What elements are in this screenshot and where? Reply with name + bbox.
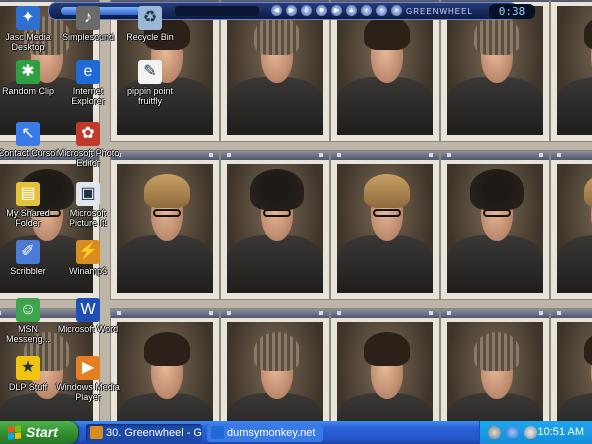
wallpaper-photo-tile — [550, 0, 592, 142]
desktop-icon-label: Recycle Bin — [126, 32, 174, 42]
wallpaper-photo-tile — [550, 308, 592, 421]
prev-button[interactable]: ◀ — [271, 5, 282, 16]
picture-it-icon: ▣ — [76, 182, 100, 206]
desktop-icon-label: Microsoft Photo Editor — [56, 148, 120, 168]
taskbar-item-label: dumsymonkey.net — [227, 427, 316, 439]
document-icon: ✎ — [138, 60, 162, 84]
desktop-icon[interactable]: ✦ Jasc Media Desktop — [0, 6, 60, 52]
media-desktop-icon: ✦ — [16, 6, 40, 30]
photo-editor-icon: ✿ — [76, 122, 100, 146]
taskbar-item-browser[interactable]: dumsymonkey.net — [207, 424, 323, 442]
wallpaper-photo-tile — [440, 0, 550, 142]
internet-explorer-icon — [211, 426, 224, 439]
eq-button[interactable]: • — [391, 5, 402, 16]
cursor-icon: ↖ — [16, 122, 40, 146]
taskbar-item-label: 30. Greenwheel - Gre... — [106, 427, 202, 439]
wallpaper-photo-tile — [440, 308, 550, 421]
desktop-icon-label: pippin point fruitfly — [126, 86, 174, 106]
winamp-icon: ⚡ — [76, 240, 100, 264]
desktop-icon[interactable]: ★ DLP Stuff — [0, 356, 60, 392]
desktop-icon[interactable]: ✱ Random Clip — [0, 60, 60, 96]
recycle-bin-icon: ♻ — [138, 6, 162, 30]
tray-app-icon[interactable] — [524, 426, 537, 439]
desktop-icon-label: Jasc Media Desktop — [5, 32, 51, 52]
desktop-icon[interactable]: ⚡ Winamp3 — [56, 240, 120, 276]
msn-messenger-icon: ☺ — [16, 298, 40, 322]
stop-button[interactable]: ■ — [316, 5, 327, 16]
desktop-icon-label: Microsoft Word — [57, 324, 119, 334]
shared-folder-icon: ▤ — [16, 182, 40, 206]
play-button[interactable]: ▶ — [286, 5, 297, 16]
wallpaper-photo-tile — [220, 308, 330, 421]
desktop-icon[interactable]: ♪ Simplesound — [56, 6, 120, 42]
desktop-icon[interactable]: ▣ Microsoft Picture It! — [56, 182, 120, 228]
playback-controls: ◀ ▶ Ⅱ ■ ▶ ▲ • • • — [271, 5, 402, 16]
desktop-icon-label: My Shared Folder — [6, 208, 50, 228]
wallpaper-photo-tile — [330, 150, 440, 300]
desktop-icon[interactable]: ✎ pippin point fruitfly — [118, 60, 182, 106]
wallpaper-photo-tile — [110, 308, 220, 421]
track-display — [175, 6, 259, 16]
pause-button[interactable]: Ⅱ — [301, 5, 312, 16]
desktop-icon[interactable]: e Internet Explorer — [56, 60, 120, 106]
start-button[interactable]: Start — [0, 421, 78, 444]
desktop-icon-label: DLP Stuff — [8, 382, 48, 392]
desktop-icon[interactable]: ♻ Recycle Bin — [118, 6, 182, 42]
star-icon: ★ — [16, 356, 40, 380]
player-label: GREENWHEEL — [406, 7, 473, 16]
desktop-icon-label: Microsoft Picture It! — [68, 208, 107, 228]
wallpaper-photo-tile — [110, 150, 220, 300]
desktop-icon-label: Random Clip — [1, 86, 55, 96]
windows-logo-icon — [8, 425, 21, 440]
desktop-icon-label: Simplesound — [61, 32, 115, 42]
sound-icon: ♪ — [76, 6, 100, 30]
start-label: Start — [26, 424, 58, 440]
desktop-icon[interactable]: ✐ Scribbler — [0, 240, 60, 276]
system-tray: 10:51 AM — [479, 421, 592, 444]
desktop-icon[interactable]: ↖ Contact Cursor — [0, 122, 60, 158]
desktop-icon[interactable]: ✿ Microsoft Photo Editor — [56, 122, 120, 168]
winamp-icon — [90, 426, 103, 439]
taskbar: Start 30. Greenwheel - Gre... dumsymonke… — [0, 421, 592, 444]
taskbar-item-winamp[interactable]: 30. Greenwheel - Gre... — [86, 424, 202, 442]
desktop-icon-label: Windows Media Player — [56, 382, 120, 402]
word-icon: W — [76, 298, 100, 322]
desktop-icon-label: MSN Messeng... — [5, 324, 51, 344]
wallpaper-photo-tile — [330, 0, 440, 142]
media-player-icon: ▶ — [76, 356, 100, 380]
wallpaper-photo-tile — [550, 150, 592, 300]
eject-button[interactable]: ▲ — [346, 5, 357, 16]
shuffle-button[interactable]: • — [361, 5, 372, 16]
wallpaper-photo-tile — [440, 150, 550, 300]
internet-explorer-icon: e — [76, 60, 100, 84]
desktop-icon[interactable]: ▶ Windows Media Player — [56, 356, 120, 402]
scribbler-icon: ✐ — [16, 240, 40, 264]
desktop-icon-label: Winamp3 — [68, 266, 107, 276]
desktop-icon[interactable]: W Microsoft Word — [56, 298, 120, 334]
repeat-button[interactable]: • — [376, 5, 387, 16]
playback-time: 0:38 — [489, 4, 535, 19]
desktop-icon-label: Contact Cursor — [0, 148, 59, 158]
wallpaper-photo-tile — [330, 308, 440, 421]
desktop-icon-label: Scribbler — [10, 266, 46, 276]
desktop-icon-label: Internet Explorer — [71, 86, 105, 106]
next-button[interactable]: ▶ — [331, 5, 342, 16]
clock: 10:51 AM — [537, 426, 584, 438]
wallpaper-photo-tile — [220, 0, 330, 142]
desktop-icon[interactable]: ☺ MSN Messeng... — [0, 298, 60, 344]
desktop-icon[interactable]: ▤ My Shared Folder — [0, 182, 60, 228]
wallpaper-photo-tile — [220, 150, 330, 300]
network-icon[interactable] — [488, 426, 501, 439]
volume-icon[interactable] — [506, 426, 519, 439]
random-clip-icon: ✱ — [16, 60, 40, 84]
